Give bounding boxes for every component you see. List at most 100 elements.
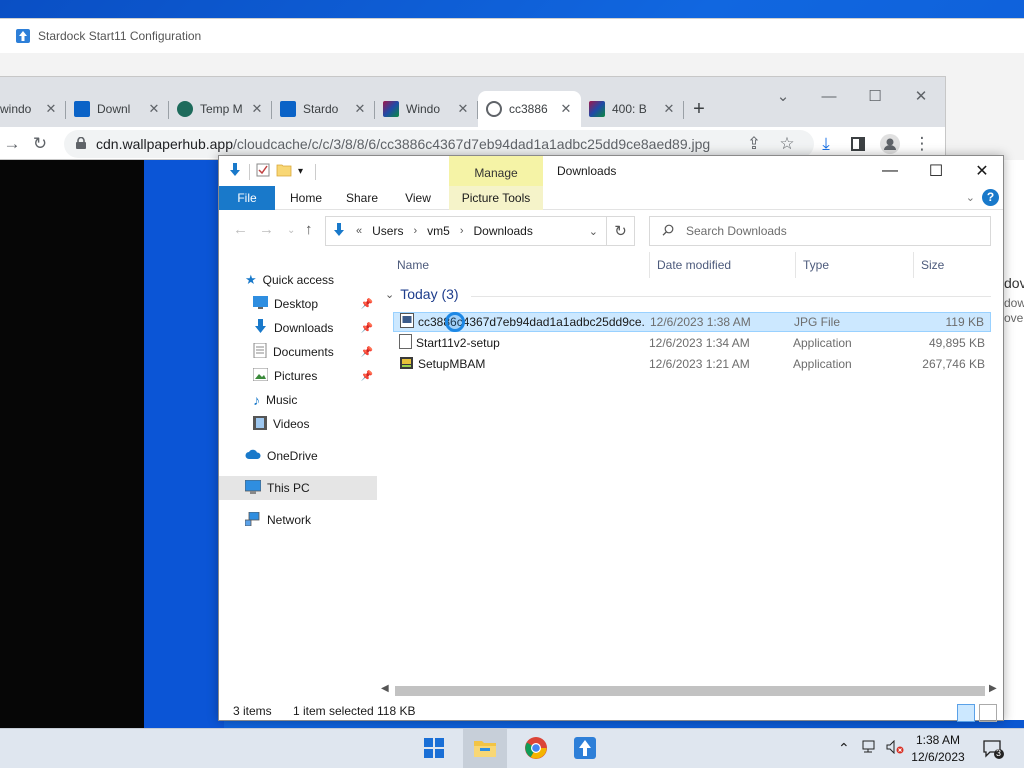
stardock-title: Stardock Start11 Configuration xyxy=(38,29,202,43)
address-bar[interactable]: cdn.wallpaperhub.app/cloudcache/c/c/3/8/… xyxy=(64,130,814,158)
pin-icon[interactable]: 📌 xyxy=(361,371,373,382)
videos-icon xyxy=(253,415,267,433)
recent-locations-chevron-icon[interactable]: ⌄ xyxy=(287,225,295,236)
close-icon[interactable]: ✕ xyxy=(456,101,470,117)
forward-arrow-icon[interactable]: → xyxy=(259,221,274,238)
volume-muted-icon[interactable] xyxy=(886,739,904,757)
minimize-button[interactable]: — xyxy=(806,83,852,109)
column-header-name[interactable]: Name xyxy=(397,258,429,272)
nav-documents[interactable]: Documents 📌 xyxy=(219,340,377,364)
nav-network[interactable]: Network xyxy=(219,508,377,532)
browser-tab[interactable]: Downl ✕ xyxy=(66,91,169,127)
breadcrumb-vm5[interactable]: vm5 xyxy=(427,224,450,238)
tab-search-chevron-icon[interactable]: ⌄ xyxy=(760,83,806,109)
pin-icon[interactable]: 📌 xyxy=(361,347,373,358)
column-header-date[interactable]: Date modified xyxy=(657,258,731,272)
down-arrow-icon[interactable] xyxy=(227,162,243,181)
nav-onedrive[interactable]: OneDrive xyxy=(219,444,377,468)
browser-tab[interactable]: 400: B ✕ xyxy=(581,91,684,127)
maximize-button[interactable]: ☐ xyxy=(913,158,959,184)
close-button[interactable]: ✕ xyxy=(898,83,944,109)
search-icon xyxy=(662,224,674,239)
pin-icon[interactable]: 📌 xyxy=(361,299,373,310)
quick-access-toolbar: ▾ xyxy=(227,162,317,181)
nav-videos[interactable]: Videos xyxy=(219,412,377,436)
explorer-titlebar[interactable]: ▾ Manage Downloads — ☐ ✕ xyxy=(219,156,1003,186)
browser-tab[interactable]: Temp M ✕ xyxy=(169,91,272,127)
minimize-button[interactable]: — xyxy=(867,158,913,184)
customize-qat-icon[interactable]: ▾ xyxy=(298,166,303,177)
ribbon-tab-picture-tools[interactable]: Picture Tools xyxy=(449,186,543,210)
forward-arrow-icon[interactable]: → xyxy=(0,128,24,160)
close-icon[interactable]: ✕ xyxy=(662,101,676,117)
notification-center-icon[interactable]: 3 xyxy=(982,739,1004,759)
breadcrumb-users[interactable]: Users xyxy=(372,224,403,238)
start-button[interactable] xyxy=(412,729,456,768)
taskbar-file-explorer[interactable] xyxy=(463,729,507,768)
downloads-folder-icon xyxy=(332,222,346,241)
column-header-type[interactable]: Type xyxy=(803,258,829,272)
details-view-icon[interactable] xyxy=(957,704,975,722)
taskbar-stardock[interactable] xyxy=(563,729,607,768)
nav-this-pc[interactable]: This PC xyxy=(219,476,377,500)
file-date: 12/6/2023 1:34 AM xyxy=(649,336,750,350)
search-input[interactable]: Search Downloads xyxy=(649,216,991,246)
browser-tab-active[interactable]: cc3886 ✕ xyxy=(478,91,581,127)
new-folder-icon[interactable] xyxy=(276,163,292,180)
ribbon-tab-home[interactable]: Home xyxy=(281,186,331,210)
address-breadcrumb[interactable]: « Users › vm5 › Downloads ⌄ xyxy=(325,216,607,246)
pictures-icon xyxy=(252,367,269,384)
up-arrow-icon[interactable]: ↑ xyxy=(305,221,313,238)
browser-tab[interactable]: Windo ✕ xyxy=(375,91,478,127)
close-icon[interactable]: ✕ xyxy=(250,101,264,117)
taskbar-chrome[interactable] xyxy=(514,729,558,768)
file-row[interactable]: Start11v2-setup 12/6/2023 1:34 AM Applic… xyxy=(393,333,991,353)
documents-icon xyxy=(253,342,267,361)
ribbon-tab-share[interactable]: Share xyxy=(337,186,387,210)
tray-overflow-chevron-icon[interactable]: ⌃ xyxy=(838,740,850,757)
file-list: Name Date modified Type Size ⌄ Today (3)… xyxy=(385,248,993,684)
expand-ribbon-chevron-icon[interactable]: ⌄ xyxy=(966,191,975,204)
pin-icon[interactable]: 📌 xyxy=(361,323,373,334)
reload-icon[interactable]: ↻ xyxy=(24,128,56,160)
scrollbar-thumb[interactable] xyxy=(395,686,985,696)
star-icon: ★ xyxy=(245,272,257,287)
browser-tab[interactable]: windo ✕ xyxy=(0,91,66,127)
nav-desktop[interactable]: Desktop 📌 xyxy=(219,292,377,316)
ribbon-tab-file[interactable]: File xyxy=(219,186,275,210)
maximize-button[interactable]: ☐ xyxy=(852,83,898,109)
close-button[interactable]: ✕ xyxy=(959,158,1005,184)
breadcrumb-downloads[interactable]: Downloads xyxy=(473,224,532,238)
close-icon[interactable]: ✕ xyxy=(147,101,161,117)
browser-tab[interactable]: Stardo ✕ xyxy=(272,91,375,127)
address-dropdown-chevron-icon[interactable]: ⌄ xyxy=(589,225,598,238)
system-clock[interactable]: 1:38 AM 12/6/2023 xyxy=(908,732,968,766)
ribbon-tab-view[interactable]: View xyxy=(393,186,443,210)
close-icon[interactable]: ✕ xyxy=(559,101,573,117)
group-header-today[interactable]: ⌄ Today (3) xyxy=(385,286,991,302)
close-icon[interactable]: ✕ xyxy=(44,101,58,117)
nav-downloads[interactable]: Downloads 📌 xyxy=(219,316,377,340)
tab-label: Temp M xyxy=(200,102,243,116)
help-icon[interactable]: ? xyxy=(982,189,999,206)
file-row[interactable]: cc3886c4367d7eb94dad1a1adbc25dd9ce... 12… xyxy=(393,312,991,332)
new-tab-button[interactable]: + xyxy=(684,91,714,127)
column-header-size[interactable]: Size xyxy=(921,258,944,272)
close-icon[interactable]: ✕ xyxy=(353,101,367,117)
computer-icon xyxy=(244,479,262,497)
manage-tab[interactable]: Manage xyxy=(449,156,543,186)
windows-start-icon xyxy=(424,737,444,761)
stardock-titlebar[interactable]: Stardock Start11 Configuration xyxy=(0,19,1024,53)
refresh-button[interactable]: ↻ xyxy=(607,216,635,246)
network-status-icon[interactable] xyxy=(862,740,878,757)
scroll-left-arrow-icon[interactable]: ◀ xyxy=(381,683,389,694)
nav-music[interactable]: ♪ Music xyxy=(219,388,377,412)
file-row[interactable]: SetupMBAM 12/6/2023 1:21 AM Application … xyxy=(393,354,991,374)
nav-quick-access[interactable]: ★ Quick access xyxy=(219,268,377,292)
back-arrow-icon[interactable]: ← xyxy=(233,221,248,238)
nav-pictures[interactable]: Pictures 📌 xyxy=(219,364,377,388)
large-icons-view-icon[interactable] xyxy=(979,704,997,722)
horizontal-scrollbar[interactable]: ◀ ▶ xyxy=(381,683,1001,696)
properties-icon[interactable] xyxy=(256,163,270,180)
scroll-right-arrow-icon[interactable]: ▶ xyxy=(989,683,997,694)
